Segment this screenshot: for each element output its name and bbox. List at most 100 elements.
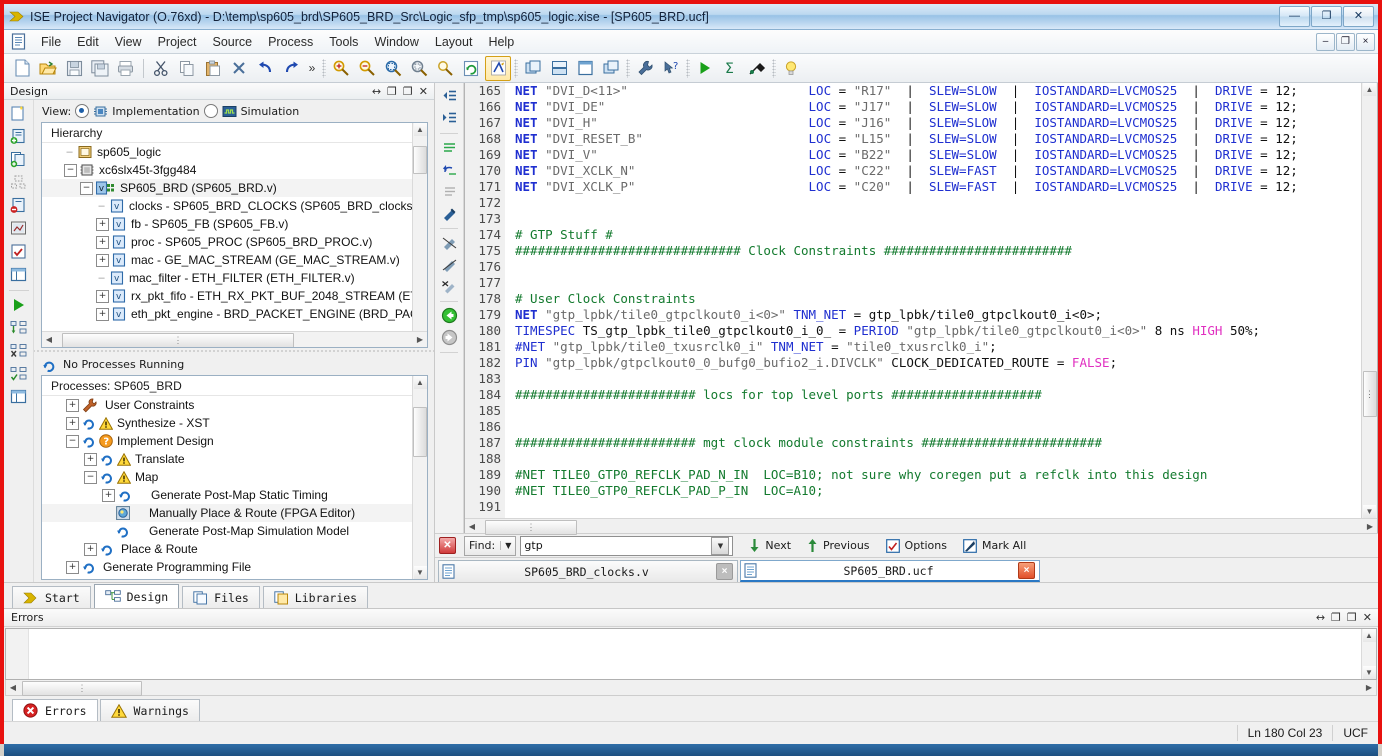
hierarchy-item-1[interactable]: − xc6slx45t-3fgg484 xyxy=(42,161,412,179)
code-line-180[interactable]: 180 TIMESPEC TS_gtp_lpbk_tile0_gtpclkout0… xyxy=(465,323,1361,339)
code-line-189[interactable]: 189 #NET TILE0_GTP0_REFCLK_PAD_N_IN LOC=B… xyxy=(465,467,1361,483)
file-tab-ucf[interactable]: SP605_BRD.ucf × xyxy=(740,560,1040,582)
zoom-selection-icon[interactable] xyxy=(407,57,431,80)
toolbar-grip-5[interactable] xyxy=(772,58,776,78)
code-line-167[interactable]: 167 NET "DVI_H" LOC = "J16" | SLEW=SLOW |… xyxy=(465,115,1361,131)
hierarchy-item-0[interactable]: – sp605_logic xyxy=(42,143,412,161)
errors-float-icon[interactable]: ↔ xyxy=(1316,611,1325,624)
process-properties-icon[interactable] xyxy=(633,57,657,80)
editor-scroll-thumb[interactable]: ⋮ xyxy=(1362,371,1377,417)
menu-item-layout[interactable]: Layout xyxy=(427,32,481,52)
menu-item-help[interactable]: Help xyxy=(480,32,522,52)
code-lines[interactable]: 165 NET "DVI_D<11>" LOC = "R17" | SLEW=SL… xyxy=(465,83,1361,518)
code-line-183[interactable]: 183 xyxy=(465,371,1361,387)
code-line-184[interactable]: 184 ######################## locs for top… xyxy=(465,387,1361,403)
process-item-6[interactable]: Manually Place & Route (FPGA Editor) xyxy=(42,504,412,522)
code-line-181[interactable]: 181 #NET "gtp_lpbk/tile0_txusrclk0_i" TNM… xyxy=(465,339,1361,355)
file-tab-close-icon[interactable]: × xyxy=(716,563,733,580)
code-line-165[interactable]: 165 NET "DVI_D<11>" LOC = "R17" | SLEW=SL… xyxy=(465,83,1361,99)
code-line-185[interactable]: 185 xyxy=(465,403,1361,419)
zoom-pan-icon[interactable] xyxy=(433,57,457,80)
errors-hscroll-track[interactable]: ⋮ xyxy=(20,681,691,696)
hierarchy-rows[interactable]: – sp605_logic − xc6slx45t-3fgg484− v SP605_BR… xyxy=(42,143,412,331)
file-tab-close-icon[interactable]: × xyxy=(1018,562,1035,579)
proc-scroll-down-arrow[interactable]: ▼ xyxy=(413,566,427,579)
hierarchy-item-6[interactable]: + v mac - GE_MAC_STREAM (GE_MAC_STREAM.v) xyxy=(42,251,412,269)
scroll-left-arrow[interactable]: ◀ xyxy=(42,333,56,346)
run-icon[interactable] xyxy=(693,57,717,80)
find-label[interactable]: Find: ▼ xyxy=(464,535,517,556)
panel-restore-icon[interactable]: ❐ xyxy=(403,85,413,98)
editor-scroll-up-arrow[interactable]: ▲ xyxy=(1363,83,1376,96)
panel-icon[interactable] xyxy=(573,57,597,80)
view-option-implementation[interactable]: Implementation xyxy=(112,105,199,118)
editor-hscroll-track[interactable]: ⋮ xyxy=(479,519,1363,535)
forward-icon[interactable] xyxy=(438,327,460,348)
collapse-icon[interactable]: − xyxy=(84,470,97,484)
editor-vscrollbar[interactable]: ▲ ⋮ ▼ xyxy=(1361,83,1377,518)
process-item-1[interactable]: + Synthesize - XST xyxy=(42,414,412,432)
panel-layout-icon[interactable] xyxy=(8,386,30,407)
code-line-192[interactable]: 192 #NET "RXN_IN" LOC = "C9"; xyxy=(465,515,1361,518)
prev-bookmark-icon[interactable] xyxy=(438,254,460,275)
panel-close-icon[interactable]: ✕ xyxy=(419,85,428,98)
process-item-5[interactable]: + Generate Post-Map Static Timing xyxy=(42,486,412,504)
editor-hscroll-thumb[interactable]: ⋮ xyxy=(485,519,577,535)
expand-icon[interactable]: + xyxy=(96,307,109,321)
process-item-2[interactable]: −? Implement Design xyxy=(42,432,412,450)
editor-scroll-down-arrow[interactable]: ▼ xyxy=(1363,505,1376,518)
zoom-out-icon[interactable] xyxy=(355,57,379,80)
process-item-0[interactable]: + User Constraints xyxy=(42,396,412,414)
errors-hscrollbar[interactable]: ◀ ⋮ ▶ xyxy=(5,680,1377,696)
hierarchy-item-9[interactable]: + v eth_pkt_engine - BRD_PACKET_ENGINE (BR… xyxy=(42,305,412,323)
menu-item-file[interactable]: File xyxy=(33,32,69,52)
menu-item-project[interactable]: Project xyxy=(150,32,205,52)
next-bookmark-icon[interactable] xyxy=(438,232,460,253)
sum-icon[interactable]: Σ xyxy=(719,57,743,80)
view-layout-icon[interactable] xyxy=(8,264,30,285)
save-all-icon[interactable] xyxy=(88,57,112,80)
view-tab-start[interactable]: Start xyxy=(12,586,91,608)
errors-tab[interactable]: Errors xyxy=(12,699,98,721)
hscroll-track[interactable]: ⋮ xyxy=(56,333,413,347)
view-tab-libraries[interactable]: Libraries xyxy=(262,586,369,608)
errors-vscrollbar[interactable]: ▲ ▼ xyxy=(1361,629,1376,679)
expand-icon[interactable]: + xyxy=(96,253,109,267)
toolbar-overflow-button[interactable]: » xyxy=(304,61,320,75)
code-line-168[interactable]: 168 NET "DVI_RESET_B" LOC = "L15" | SLEW=… xyxy=(465,131,1361,147)
chevron-down-icon[interactable]: ▼ xyxy=(500,541,511,550)
search-input[interactable]: gtp ▼ xyxy=(520,535,734,556)
radio-simulation[interactable] xyxy=(203,104,218,118)
process-item-8[interactable]: + Place & Route xyxy=(42,540,412,558)
new-file-icon[interactable] xyxy=(10,57,34,80)
mdi-restore-button[interactable]: ❐ xyxy=(1336,32,1355,51)
errors-maximize-icon[interactable]: ❐ xyxy=(1331,611,1341,624)
code-line-172[interactable]: 172 xyxy=(465,195,1361,211)
code-line-171[interactable]: 171 NET "DVI_XCLK_P" LOC = "C20" | SLEW=F… xyxy=(465,179,1361,195)
collapse-icon[interactable]: − xyxy=(64,163,77,177)
view-tab-files[interactable]: Files xyxy=(182,586,260,608)
code-line-187[interactable]: 187 ######################## mgt clock mo… xyxy=(465,435,1361,451)
search-history-dropdown-icon[interactable]: ▼ xyxy=(711,536,730,555)
tip-bulb-icon[interactable] xyxy=(779,57,803,80)
errors-scroll-left-arrow[interactable]: ◀ xyxy=(6,681,20,694)
find-next-button[interactable]: Next xyxy=(749,538,791,553)
maximize-button[interactable]: ❐ xyxy=(1311,6,1342,27)
errors-close-icon[interactable]: ✕ xyxy=(1363,611,1372,624)
mdi-close-button[interactable]: × xyxy=(1356,32,1375,51)
process-item-3[interactable]: + Translate xyxy=(42,450,412,468)
toggle-comment-icon[interactable] xyxy=(438,137,460,158)
errors-scroll-down-arrow[interactable]: ▼ xyxy=(1362,666,1376,679)
hierarchy-item-4[interactable]: + v fb - SP605_FB (SP605_FB.v) xyxy=(42,215,412,233)
expand-icon[interactable]: + xyxy=(96,289,109,303)
open-file-icon[interactable] xyxy=(36,57,60,80)
save-icon[interactable] xyxy=(62,57,86,80)
tile-horizontally-icon[interactable] xyxy=(521,57,545,80)
indent-decrease-icon[interactable] xyxy=(438,86,460,107)
menu-item-view[interactable]: View xyxy=(107,32,150,52)
errors-restore-icon[interactable]: ❐ xyxy=(1347,611,1357,624)
context-help-icon[interactable]: ? xyxy=(659,57,683,80)
code-line-177[interactable]: 177 xyxy=(465,275,1361,291)
toolbar-grip-2[interactable] xyxy=(514,58,518,78)
check-syntax-icon[interactable] xyxy=(8,241,30,262)
